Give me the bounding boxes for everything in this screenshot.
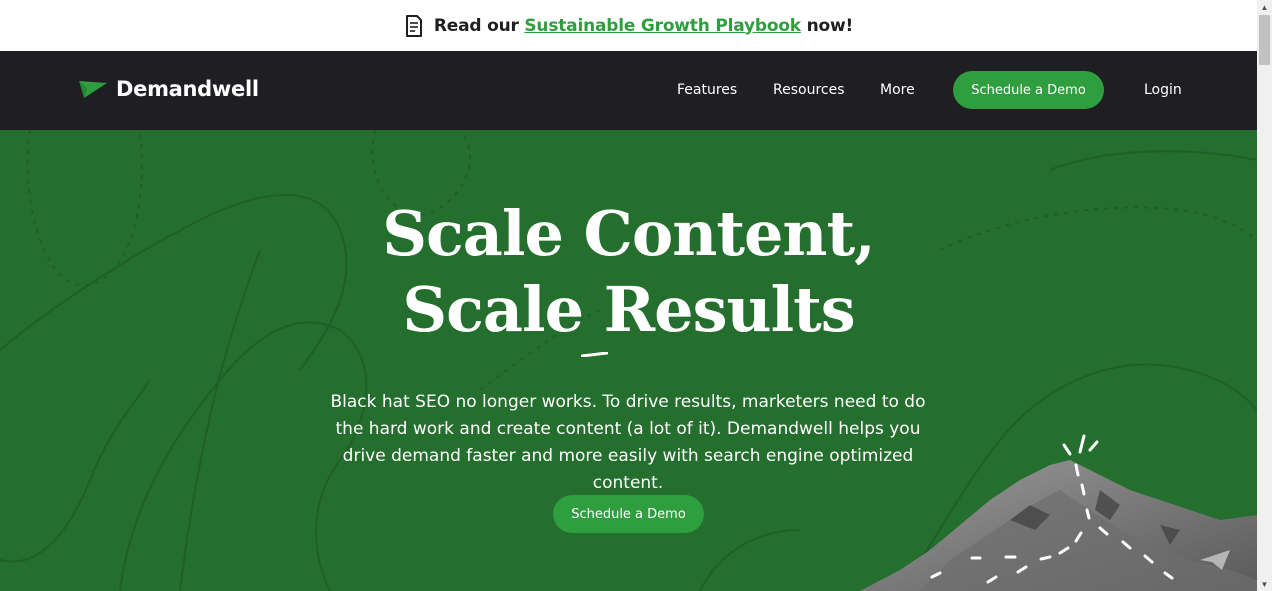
mountain-illustration	[860, 434, 1257, 591]
schedule-demo-button[interactable]: Schedule a Demo	[953, 71, 1104, 109]
scroll-down-arrow-icon[interactable]: ▼	[1257, 577, 1272, 591]
nav-more[interactable]: More	[880, 82, 915, 98]
hero-title-line2: Scale Results	[402, 273, 855, 346]
scroll-up-arrow-icon[interactable]: ▲	[1257, 0, 1272, 14]
hero-title-line1: Scale Content,	[382, 197, 875, 270]
announcement-prefix: Read our	[433, 15, 519, 36]
title-underline-mark	[581, 352, 608, 357]
playbook-link[interactable]: Sustainable Growth Playbook	[524, 16, 801, 36]
hero-schedule-demo-button[interactable]: Schedule a Demo	[553, 495, 704, 533]
hero-description: Black hat SEO no longer works. To drive …	[330, 392, 926, 493]
announcement-suffix: now!	[806, 15, 854, 36]
document-icon	[404, 14, 424, 38]
main-nav: Demandwell Features Resources More Sched…	[0, 51, 1257, 130]
announcement-bar: Read our Sustainable Growth Playbook now…	[0, 0, 1257, 51]
brand-logo[interactable]: Demandwell	[78, 77, 259, 101]
page-scrollbar[interactable]: ▲ ▼	[1257, 0, 1272, 591]
scroll-thumb[interactable]	[1259, 15, 1270, 65]
hero-section: Scale Content, Scale Results Black hat S…	[0, 130, 1257, 591]
nav-features[interactable]: Features	[677, 82, 737, 98]
logo-mark-icon	[78, 78, 108, 100]
brand-name: Demandwell	[116, 77, 259, 101]
nav-resources[interactable]: Resources	[773, 82, 845, 98]
login-link[interactable]: Login	[1144, 82, 1182, 98]
